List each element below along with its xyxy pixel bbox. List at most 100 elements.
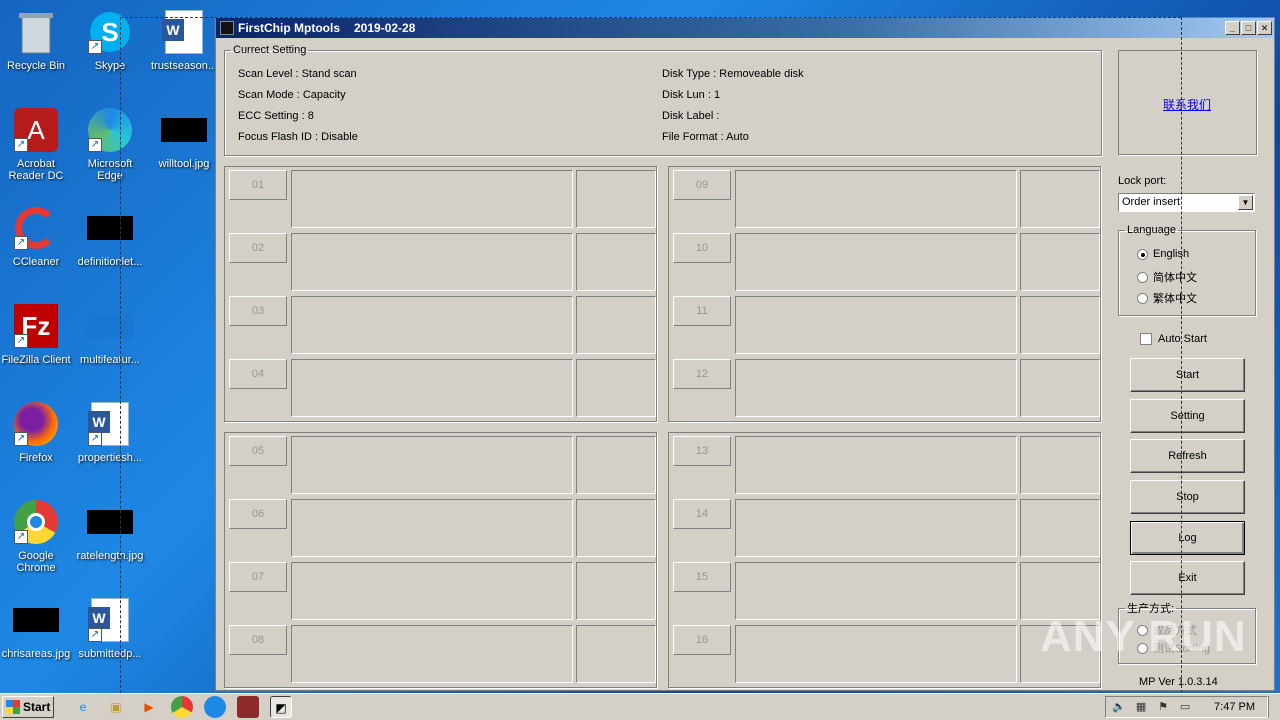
port-result-box-05 <box>576 436 656 494</box>
port-result-box-01 <box>576 170 656 228</box>
port-status-box-07 <box>291 562 573 620</box>
start-menu-button[interactable]: Start <box>2 696 54 718</box>
drag-outline-top <box>120 17 1181 18</box>
port-result-box-02 <box>576 233 656 291</box>
media-player-icon[interactable]: ▶ <box>138 696 160 718</box>
refresh-button[interactable]: Refresh <box>1130 439 1245 473</box>
desktop-icon-filezilla[interactable]: Fz ↗ FileZilla Client <box>0 302 72 366</box>
port-button-05[interactable]: 05 <box>229 436 287 466</box>
port-status-box-16 <box>735 625 1017 683</box>
ccleaner-icon: ↗ <box>12 204 60 252</box>
firefox-icon: ↗ <box>12 400 60 448</box>
contact-link[interactable]: 联系我们 <box>1163 96 1211 113</box>
scan-level: Scan Level : Stand scan <box>238 68 357 80</box>
desktop-icon-ccleaner[interactable]: ↗ CCleaner <box>0 204 72 268</box>
minimize-button[interactable]: _ <box>1225 21 1240 35</box>
radio-icon <box>1137 271 1148 283</box>
image-file-icon <box>86 302 134 350</box>
scan-mode: Scan Mode : Capacity <box>238 89 346 101</box>
skype-icon: S ↗ <box>86 8 134 56</box>
clock[interactable]: 7:47 PM <box>1214 701 1255 713</box>
port-result-box-04 <box>576 359 656 417</box>
port-result-box-03 <box>576 296 656 354</box>
port-result-box-07 <box>576 562 656 620</box>
port-status-box-04 <box>291 359 573 417</box>
radio-icon <box>1137 292 1148 304</box>
desktop-icon-chrisareas[interactable]: chrisareas.jpg <box>0 596 72 660</box>
auto-start-checkbox[interactable]: Auto Start <box>1140 333 1207 345</box>
close-button[interactable]: ✕ <box>1257 21 1272 35</box>
edge-icon: ↗ <box>86 106 134 154</box>
desktop-icon-acrobat[interactable]: A ↗ Acrobat Reader DC <box>0 106 72 182</box>
port-button-07[interactable]: 07 <box>229 562 287 592</box>
disk-type: Disk Type : Removeable disk <box>662 68 804 80</box>
desktop-icon-multifeatur[interactable]: multifeatur... <box>74 302 146 366</box>
port-button-08[interactable]: 08 <box>229 625 287 655</box>
port-button-11[interactable]: 11 <box>673 296 731 326</box>
port-result-box-13 <box>1020 436 1100 494</box>
port-button-10[interactable]: 10 <box>673 233 731 263</box>
drag-outline-right <box>1181 17 1182 693</box>
port-result-box-10 <box>1020 233 1100 291</box>
app-icon <box>220 21 234 35</box>
language-option-simplified[interactable]: 简体中文 <box>1137 269 1197 285</box>
desktop-icon-ratelength[interactable]: ratelength.jpg <box>74 498 146 562</box>
desktop-icon-definitionlet[interactable]: definitionlet... <box>74 204 146 268</box>
port-status-box-06 <box>291 499 573 557</box>
desktop-icon-firefox[interactable]: ↗ Firefox <box>0 400 72 464</box>
desktop-icon-chrome[interactable]: ↗ Google Chrome <box>0 498 72 574</box>
log-button[interactable]: Log <box>1130 521 1245 555</box>
port-button-15[interactable]: 15 <box>673 562 731 592</box>
edge-taskbar-icon[interactable] <box>204 696 226 718</box>
desktop-icon-submittedp[interactable]: W ↗ submittedp... <box>74 596 146 660</box>
radio-selected-icon <box>1137 248 1148 260</box>
disk-label: Disk Label : <box>662 110 720 122</box>
port-button-02[interactable]: 02 <box>229 233 287 263</box>
port-button-01[interactable]: 01 <box>229 170 287 200</box>
chrome-taskbar-icon[interactable] <box>171 696 193 718</box>
port-status-box-13 <box>735 436 1017 494</box>
stop-button[interactable]: Stop <box>1130 480 1245 514</box>
desktop-icon-recycle-bin[interactable]: Recycle Bin <box>0 8 72 72</box>
lock-port-label: Lock port: <box>1118 175 1167 187</box>
port-button-16[interactable]: 16 <box>673 625 731 655</box>
port-result-box-12 <box>1020 359 1100 417</box>
setting-button[interactable]: Setting <box>1130 399 1245 433</box>
port-button-04[interactable]: 04 <box>229 359 287 389</box>
lock-port-select[interactable]: Order insert ▼ <box>1118 193 1255 212</box>
volume-icon[interactable]: 🔈 <box>1112 700 1126 714</box>
ecc-setting: ECC Setting : 8 <box>238 110 314 122</box>
chevron-down-icon[interactable]: ▼ <box>1238 195 1253 210</box>
start-button[interactable]: Start <box>1130 358 1245 392</box>
port-button-14[interactable]: 14 <box>673 499 731 529</box>
port-status-box-14 <box>735 499 1017 557</box>
show-desktop-button[interactable] <box>1268 696 1280 718</box>
image-file-icon <box>12 596 60 644</box>
image-file-icon <box>86 204 134 252</box>
desktop-icon-edge[interactable]: ↗ Microsoft Edge <box>74 106 146 182</box>
flag-icon[interactable]: ⚑ <box>1156 700 1170 714</box>
mptools-taskbar-icon[interactable]: ◩ <box>270 696 292 718</box>
desktop-icon-willtool[interactable]: willtool.jpg <box>148 106 220 170</box>
port-button-12[interactable]: 12 <box>673 359 731 389</box>
anyrun-watermark: ANY RUN <box>1040 612 1247 661</box>
action-center-icon[interactable]: ▭ <box>1178 700 1192 714</box>
system-tray: 🔈 ▦ ⚑ ▭ 7:47 PM <box>1105 696 1268 718</box>
image-file-icon <box>86 498 134 546</box>
port-button-06[interactable]: 06 <box>229 499 287 529</box>
maximize-button[interactable]: □ <box>1241 21 1256 35</box>
network-icon[interactable]: ▦ <box>1134 700 1148 714</box>
port-button-03[interactable]: 03 <box>229 296 287 326</box>
port-button-13[interactable]: 13 <box>673 436 731 466</box>
mp-version: MP Ver 1.0.3.14 <box>1139 676 1218 688</box>
exit-button[interactable]: Exit <box>1130 561 1245 595</box>
language-option-traditional[interactable]: 繁体中文 <box>1137 290 1197 306</box>
title-bar[interactable]: FirstChip Mptools 2019-02-28 _ □ ✕ <box>216 18 1274 38</box>
winrar-icon[interactable] <box>237 696 259 718</box>
port-button-09[interactable]: 09 <box>673 170 731 200</box>
port-status-box-09 <box>735 170 1017 228</box>
drag-outline-left <box>120 17 121 693</box>
explorer-icon[interactable]: ▣ <box>105 696 127 718</box>
ie-icon[interactable]: e <box>72 696 94 718</box>
desktop-icon-propertiesh[interactable]: W ↗ propertiesh... <box>74 400 146 464</box>
